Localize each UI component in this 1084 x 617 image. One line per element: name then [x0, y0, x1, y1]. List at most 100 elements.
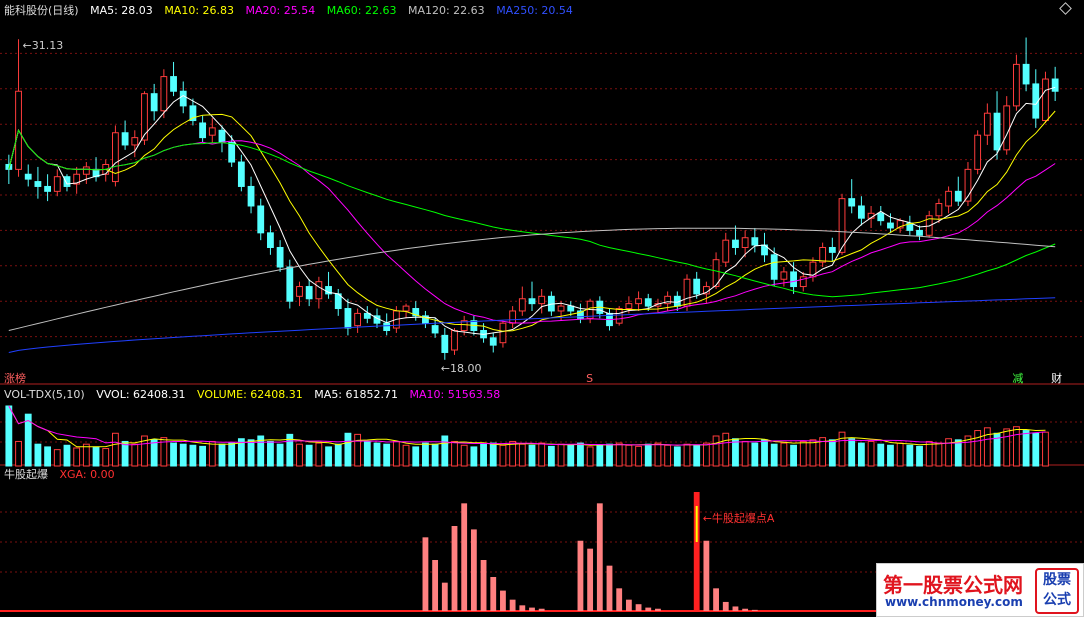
volume-bar — [906, 444, 914, 467]
signal-bar — [432, 560, 439, 611]
volume-bar — [761, 439, 768, 467]
event-marker: 财 — [1051, 371, 1062, 385]
signal-bar — [538, 608, 545, 611]
signal-bar — [470, 529, 477, 611]
volume-bar — [334, 443, 342, 467]
volume-bar — [712, 435, 720, 467]
candle-body — [935, 203, 943, 217]
candle-body — [916, 229, 923, 236]
volume-bar — [373, 442, 381, 467]
signal-bar — [606, 565, 613, 611]
signal-bar — [625, 599, 632, 611]
candle-body — [218, 129, 226, 144]
signal-bar — [655, 608, 661, 611]
site-logo: 第一股票公式网 www.chnmoney.com 股票公式 — [876, 563, 1084, 617]
volume-bar — [925, 440, 933, 467]
candle-body — [34, 181, 42, 187]
candle-body — [993, 112, 1001, 151]
signal-bar — [596, 503, 603, 611]
volume-label: VOLUME: 62408.31 — [197, 388, 303, 401]
logo-title: 第一股票公式网 — [883, 573, 1023, 597]
volume-bar — [848, 438, 856, 467]
vol-name: VOL-TDX(5,10) — [4, 388, 85, 401]
volume-bar — [208, 440, 216, 467]
volume-bar — [983, 427, 991, 467]
volume-bar — [112, 432, 119, 467]
candle-body — [160, 76, 168, 112]
signal-bar — [529, 607, 535, 611]
volume-bar — [15, 440, 22, 467]
candle-body — [857, 205, 865, 219]
candle-body — [983, 112, 991, 136]
volume-bar — [615, 442, 623, 467]
candle-body — [344, 308, 352, 329]
signal-bar — [703, 540, 710, 611]
volume-bar — [150, 439, 158, 467]
candle-body — [518, 298, 526, 312]
volume-bar — [857, 442, 865, 467]
candle-body — [644, 298, 652, 307]
volume-bar — [451, 440, 458, 467]
ma120-label: MA120: 22.63 — [407, 4, 485, 17]
stock-chart[interactable]: ←31.13 ←18.00 涨榜 S 减 财 ←牛股起爆点A — [0, 0, 1084, 617]
volume-bar — [722, 432, 730, 467]
volume-bar — [974, 430, 982, 467]
signal-bar — [635, 604, 642, 611]
candle-body — [305, 286, 313, 300]
candle-body — [693, 278, 701, 295]
candle-body — [267, 232, 274, 248]
volume-bar — [363, 440, 371, 467]
volume-bar — [92, 446, 100, 467]
candle-body — [683, 278, 691, 307]
volume-bar — [954, 439, 962, 467]
signal-bar — [422, 537, 429, 611]
volume-bar — [1022, 430, 1030, 467]
volume-bar — [547, 445, 555, 467]
candle-body — [732, 239, 739, 248]
volume-bar — [480, 443, 487, 467]
candle-body — [44, 185, 52, 192]
volume-bar — [887, 444, 894, 467]
volume-bar — [218, 443, 226, 467]
volume-bar — [673, 446, 681, 467]
volume-bar — [431, 443, 439, 467]
candle-body — [741, 237, 749, 248]
volume-bar — [354, 433, 362, 467]
volume-bar — [412, 446, 420, 467]
event-marker: 涨榜 — [4, 371, 26, 385]
candle-body — [63, 176, 71, 187]
candle-body — [431, 325, 439, 334]
signal-bar — [441, 582, 448, 611]
volume-bar — [664, 444, 672, 467]
volume-bar — [799, 440, 807, 467]
signal-bar — [500, 590, 506, 611]
volume-bar — [606, 443, 613, 467]
candle-body — [615, 308, 623, 324]
ma250-label: MA250: 20.54 — [496, 4, 573, 17]
candle-body — [1022, 63, 1030, 85]
signal-bar — [451, 526, 458, 611]
volume-bar — [1003, 428, 1011, 467]
candle-body — [819, 246, 827, 263]
volume-bar — [53, 449, 61, 467]
volume-bar — [654, 442, 662, 467]
candle-body — [828, 246, 836, 253]
candle-body — [1051, 78, 1059, 92]
volume-bar — [596, 444, 604, 467]
volume-bar — [296, 443, 303, 467]
volume-bar — [1012, 426, 1020, 467]
volume-bar — [247, 439, 255, 467]
candle-body — [945, 190, 952, 207]
candle-body — [790, 271, 797, 288]
candle-body — [53, 176, 61, 192]
candle-body — [954, 190, 962, 202]
volume-bar — [528, 444, 536, 467]
ma5-label: MA5: 28.03 — [90, 4, 153, 17]
candle-body — [286, 266, 294, 302]
vol-ma5-label: MA5: 61852.71 — [314, 388, 398, 401]
ma60-line — [8, 128, 1056, 298]
signal-bar — [461, 503, 468, 611]
volume-bar — [538, 442, 546, 467]
volume-bar — [305, 444, 313, 467]
volume-bar — [489, 442, 497, 467]
